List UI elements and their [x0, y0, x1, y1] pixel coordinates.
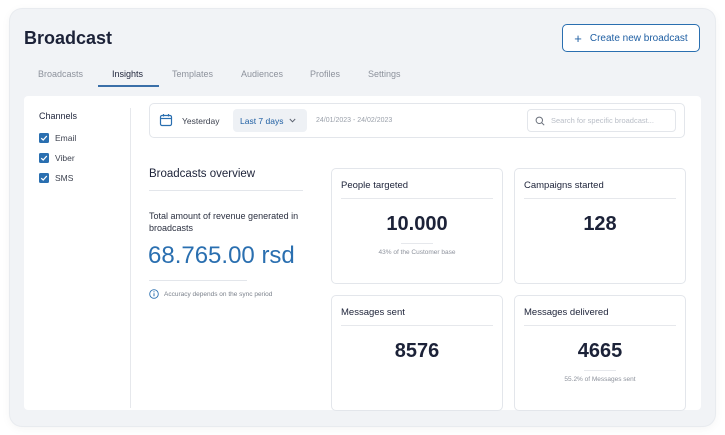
card-divider	[341, 325, 493, 326]
channel-viber[interactable]: Viber	[39, 153, 75, 163]
date-range-selected: Last 7 days	[240, 115, 284, 126]
accuracy-note: Accuracy depends on the sync period	[149, 289, 272, 299]
accuracy-note-text: Accuracy depends on the sync period	[164, 290, 273, 298]
viber-checkbox[interactable]	[39, 153, 49, 163]
tab-templates[interactable]: Templates	[172, 69, 213, 79]
tab-settings[interactable]: Settings	[368, 69, 401, 79]
card-sub-divider	[584, 370, 616, 371]
tab-profiles[interactable]: Profiles	[310, 69, 340, 79]
email-checkbox[interactable]	[39, 133, 49, 143]
tab-insights[interactable]: Insights	[112, 69, 143, 79]
check-icon	[40, 155, 48, 161]
card-title: Messages sent	[341, 307, 405, 318]
create-broadcast-button[interactable]: + Create new broadcast	[562, 24, 700, 52]
channel-email-label: Email	[55, 133, 77, 143]
search-box[interactable]	[527, 109, 676, 132]
stat-card-campaigns-started: Campaigns started 128	[514, 168, 686, 284]
channel-sms-label: SMS	[55, 173, 74, 183]
calendar-icon[interactable]	[159, 113, 173, 127]
date-range-text: 24/01/2023 - 24/02/2023	[316, 117, 393, 124]
sidebar-divider	[130, 108, 131, 408]
card-value: 8576	[394, 340, 440, 362]
page-title: Broadcast	[24, 28, 113, 48]
insights-panel: Channels Email Viber SMS Yesterday Last …	[24, 96, 701, 411]
card-value: 4665	[577, 340, 623, 362]
channel-sms[interactable]: SMS	[39, 173, 73, 183]
app-window: Broadcast + Create new broadcast Broadca…	[10, 9, 715, 426]
tab-audiences[interactable]: Audiences	[241, 69, 283, 79]
card-title: People targeted	[341, 180, 409, 191]
card-value: 10.000	[386, 213, 448, 235]
search-input[interactable]	[551, 116, 671, 125]
channel-email[interactable]: Email	[39, 133, 76, 143]
channels-title: Channels	[39, 111, 78, 121]
tab-broadcasts[interactable]: Broadcasts	[38, 69, 83, 79]
channel-viber-label: Viber	[55, 153, 75, 163]
tab-bar: Broadcasts Insights Templates Audiences …	[24, 65, 701, 87]
overview-title: Broadcasts overview	[149, 168, 256, 180]
card-divider	[341, 198, 493, 199]
card-title: Messages delivered	[524, 307, 609, 318]
revenue-label: Total amount of revenue generated in bro…	[149, 211, 299, 233]
card-divider	[524, 198, 676, 199]
stat-card-people-targeted: People targeted 10.000 43% of the Custom…	[331, 168, 503, 284]
filter-bar: Yesterday Last 7 days 24/01/2023 - 24/02…	[149, 103, 685, 138]
stat-card-messages-sent: Messages sent 8576	[331, 295, 503, 411]
create-broadcast-label: Create new broadcast	[589, 32, 688, 44]
plus-icon: +	[574, 30, 582, 46]
search-icon	[535, 116, 545, 126]
card-divider	[524, 325, 676, 326]
check-icon	[40, 175, 48, 181]
stat-card-messages-delivered: Messages delivered 4665 55.2% of Message…	[514, 295, 686, 411]
check-icon	[40, 135, 48, 141]
sms-checkbox[interactable]	[39, 173, 49, 183]
card-value: 128	[583, 213, 617, 235]
date-range-select[interactable]: Last 7 days	[233, 109, 307, 132]
card-title: Campaigns started	[524, 180, 604, 191]
revenue-divider	[149, 280, 247, 281]
card-sub-divider	[401, 243, 433, 244]
card-subtext: 55.2% of Messages sent	[564, 376, 636, 383]
chevron-down-icon	[289, 118, 297, 123]
yesterday-option[interactable]: Yesterday	[182, 116, 220, 126]
overview-divider	[149, 190, 303, 191]
card-subtext: 43% of the Customer base	[378, 249, 456, 256]
active-tab-indicator	[98, 85, 159, 87]
info-icon[interactable]	[149, 289, 159, 299]
revenue-value: 68.765.00 rsd	[148, 242, 295, 269]
